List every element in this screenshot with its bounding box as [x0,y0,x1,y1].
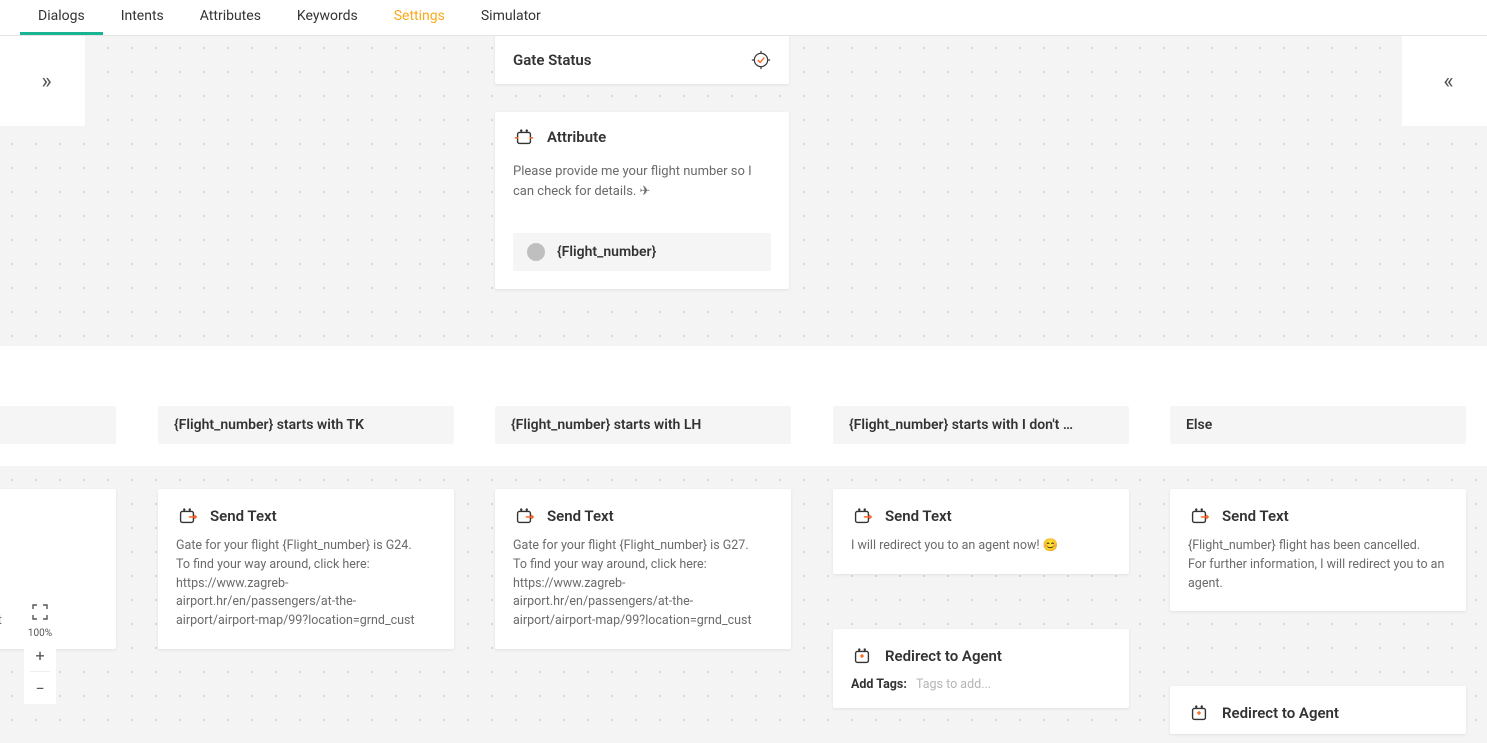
tab-attributes[interactable]: Attributes [182,0,279,35]
attribute-text: Please provide me your flight number so … [495,162,789,219]
fit-view-button[interactable] [24,596,56,628]
left-panel-toggle[interactable]: » [0,36,85,126]
send-text-card-ou[interactable]: Send Text _number} is G1 click rt.hr/en/… [0,489,116,649]
card-body: {Flight_number} flight has been cancelle… [1170,537,1466,611]
zoom-out-button[interactable]: − [24,672,56,704]
chevron-right-double-icon: » [41,69,43,94]
tab-settings[interactable]: Settings [376,0,463,35]
branch-else[interactable]: Else [1170,406,1466,444]
target-icon [751,50,771,70]
card-title: Send Text [547,507,614,525]
add-tags-row[interactable]: Add Tags: Tags to add... [833,677,1129,708]
robot-icon [513,505,535,527]
right-panel-toggle[interactable]: « [1402,36,1487,126]
branch-tk[interactable]: {Flight_number} starts with TK [158,406,454,444]
zoom-in-button[interactable]: + [24,639,56,671]
card-title: Send Text [210,507,277,525]
send-text-card-else[interactable]: Send Text {Flight_number} flight has bee… [1170,489,1466,611]
send-text-card-idk[interactable]: Send Text I will redirect you to an agen… [833,489,1129,574]
robot-icon [513,126,535,148]
chevron-left-double-icon: « [1443,69,1445,94]
tab-intents[interactable]: Intents [103,0,182,35]
robot-icon [851,505,873,527]
chip-dot-icon [527,243,545,261]
nav-tabs: Dialogs Intents Attributes Keywords Sett… [0,0,1487,36]
chip-label: {Flight_number} [557,244,656,260]
robot-icon [1188,505,1210,527]
gate-status-title: Gate Status [513,51,592,69]
redirect-card-idk[interactable]: Redirect to Agent Add Tags: Tags to add.… [833,629,1129,708]
zoom-controls: 100% + − [24,596,56,704]
send-text-card-lh[interactable]: Send Text Gate for your flight {Flight_n… [495,489,791,649]
zoom-level: 100% [24,628,56,639]
gate-status-node[interactable]: Gate Status [495,36,789,84]
tab-simulator[interactable]: Simulator [463,0,559,35]
branch-ou[interactable]: with OU [0,406,116,444]
card-title: Redirect to Agent [1222,704,1339,722]
branch-idk[interactable]: {Flight_number} starts with I don't … [833,406,1129,444]
attribute-node[interactable]: Attribute Please provide me your flight … [495,112,789,289]
attribute-title: Attribute [547,128,606,146]
card-title: Send Text [885,507,952,525]
fit-icon [32,604,48,620]
tab-keywords[interactable]: Keywords [279,0,376,35]
add-tags-placeholder: Tags to add... [916,677,991,692]
card-body: Gate for your flight {Flight_number} is … [158,537,454,649]
add-tags-label: Add Tags: [851,677,907,692]
branch-lh[interactable]: {Flight_number} starts with LH [495,406,791,444]
robot-agent-icon [851,645,873,667]
card-body: I will redirect you to an agent now! 😊 [833,537,1129,574]
flow-canvas[interactable]: » « Gate Status [0,36,1487,743]
redirect-card-else[interactable]: Redirect to Agent [1170,686,1466,734]
card-title: Send Text [1222,507,1289,525]
card-body: _number} is G1 click rt.hr/en/passen t-m… [0,537,116,649]
attribute-chip[interactable]: {Flight_number} [513,233,771,271]
send-text-card-tk[interactable]: Send Text Gate for your flight {Flight_n… [158,489,454,649]
tab-dialogs[interactable]: Dialogs [20,0,103,35]
robot-icon [176,505,198,527]
robot-agent-icon [1188,702,1210,724]
card-body: Gate for your flight {Flight_number} is … [495,537,791,649]
card-title: Redirect to Agent [885,647,1002,665]
